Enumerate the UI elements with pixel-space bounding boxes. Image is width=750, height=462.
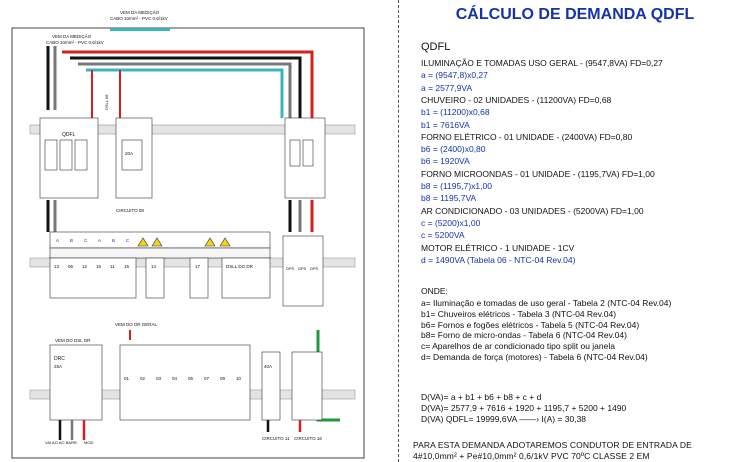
- calc-line: c = (5200)x1,00: [421, 217, 481, 228]
- qdfl-label: QDFL: [62, 132, 76, 138]
- svg-text:A: A: [98, 238, 101, 243]
- svg-text:DPS: DPS: [310, 266, 319, 271]
- onde-line: b6= Fornos e fogões elétricos - Tabela 5…: [421, 319, 640, 330]
- conclusion-line: PARA ESTA DEMANDA ADOTAREMOS CONDUTOR DE…: [413, 440, 692, 450]
- breaker-top-rating: 20A: [125, 151, 133, 156]
- vem-dr-label: VEM DO DR GERAL: [115, 322, 158, 327]
- bottom-label-barr: VAI AO AO BARR.: [45, 440, 78, 445]
- second-feed-cable: CABO 10mm² - PVC 0,6/1kV: [46, 40, 104, 45]
- svg-text:06: 06: [68, 264, 74, 269]
- calc-line: CHUVEIRO - 02 UNIDADES - (11200VA) FD=0,…: [421, 94, 612, 105]
- calc-line: b1 = 7616VA: [421, 119, 470, 130]
- onde-line: c= Aparelhos de ar condicionado tipo spl…: [421, 341, 615, 352]
- middle-panel: [49, 231, 271, 259]
- calc-line: b6 = 1920VA: [421, 156, 470, 167]
- drc-label: DRC: [54, 356, 65, 362]
- svg-text:02: 02: [140, 376, 146, 381]
- calc-line: FORNO ELÉTRICO - 01 UNIDADE - (2400VA) F…: [421, 131, 633, 142]
- circuit-08-label: CIRCUITO 08: [116, 208, 144, 213]
- drc-rating: 25A: [54, 364, 62, 369]
- circuit-16-label: CIRCUITO 16: [294, 436, 322, 441]
- svg-text:15: 15: [124, 264, 130, 269]
- calc-line: MOTOR ELÉTRICO - 1 UNIDADE - 1CV: [421, 242, 575, 253]
- vem-dsl-label: VEM DO DSL DR: [55, 338, 91, 343]
- bottom-label-mod: MOD: [84, 440, 93, 445]
- calc-line: b8 = (1195,7)x1,00: [421, 181, 492, 191]
- svg-text:12: 12: [82, 264, 88, 269]
- calc-line: AR CONDICIONADO - 03 UNIDADES - (5200VA)…: [421, 205, 644, 216]
- formula-line: D(VA)= 2577,9 + 7616 + 1920 + 1195,7 + 5…: [421, 402, 627, 413]
- dps-labels: DPS DPS DPS: [286, 266, 319, 271]
- demand-calculation-panel: CÁLCULO DE DEMANDA QDFL QDFL ILUMINAÇÃO …: [398, 0, 750, 462]
- calc-line: a = 2577,9VA: [421, 82, 473, 93]
- formula-line: D(VA)= a + b1 + b6 + b8 + c + d: [421, 392, 542, 402]
- calc-line: b6 = (2400)x0,80: [421, 144, 486, 155]
- svg-text:DPS: DPS: [286, 266, 295, 271]
- svg-text:B: B: [112, 238, 115, 243]
- circuit-14-label: 14: [151, 264, 157, 269]
- svg-text:07: 07: [204, 376, 210, 381]
- dsl-dr-label: DSLL DO DR: [226, 264, 254, 269]
- top-feed-label: VEM DA MEDIÇÃO: [120, 9, 160, 15]
- svg-text:01: 01: [124, 376, 130, 381]
- top-feed-bar: [110, 28, 170, 31]
- rating-40a: 40A: [264, 364, 272, 369]
- circuit-11-label: CIRCUITO 11: [262, 436, 290, 441]
- svg-text:16: 16: [96, 264, 102, 269]
- onde-line: a= Iluminação e tomadas de uso geral - T…: [421, 298, 672, 308]
- dsl-label: DSLL 68: [104, 94, 109, 110]
- svg-text:13: 13: [54, 264, 60, 269]
- calc-line: FORNO MICROONDAS - 01 UNIDADE - (1195,7V…: [421, 168, 655, 179]
- svg-text:10: 10: [236, 376, 242, 381]
- onde-line: d= Demanda de força (motores) - Tabela 6…: [421, 352, 648, 362]
- svg-text:DPS: DPS: [298, 266, 307, 271]
- svg-text:09: 09: [220, 376, 226, 381]
- onde-line: b8= Forno de micro-ondas - Tabela 6 (NTC…: [421, 330, 627, 341]
- calc-line: c = 5200VA: [421, 230, 465, 241]
- calc-line: b8 = 1195,7VA: [421, 193, 477, 204]
- conclusion-line: 4#10,0mm² + Pe#10,0mm² 0,6/1kV PVC 70ºC …: [413, 451, 650, 461]
- svg-text:A: A: [56, 238, 59, 243]
- calc-line: ILUMINAÇÃO E TOMADAS USO GERAL - (9547,8…: [421, 58, 663, 68]
- calc-line: b1 = (11200)x0,68: [421, 107, 490, 118]
- svg-text:B: B: [70, 238, 73, 243]
- wiring-schematic: VEM DA MEDIÇÃO CABO 10mm² - PVC 0,6/1kV …: [11, 9, 365, 459]
- svg-text:03: 03: [156, 376, 162, 381]
- top-feed-cable: CABO 10mm² - PVC 0,6/1kV: [110, 16, 168, 21]
- onde-line: b1= Chuveiros elétricos - Tabela 3 (NTC-…: [421, 308, 617, 319]
- svg-text:05: 05: [188, 376, 194, 381]
- onde-heading: ONDE:: [421, 286, 448, 296]
- lower-breaker-bank: [49, 344, 323, 421]
- formula-line: D(VA) QDFL= 19999,6VA ——› I(A) = 30,38: [421, 413, 587, 424]
- calc-title: CÁLCULO DE DEMANDA QDFL: [455, 6, 695, 23]
- svg-text:11: 11: [110, 264, 115, 269]
- riser-wires: [91, 70, 131, 340]
- circuit-17-label: 17: [195, 264, 201, 269]
- calc-line: d = 1490VA (Tabela 06 - NTC-04 Rev.04): [421, 254, 576, 265]
- calc-heading: QDFL: [421, 41, 451, 53]
- svg-text:04: 04: [172, 376, 178, 381]
- calc-line: a = (9547,8)x0,27: [421, 70, 488, 81]
- second-feed-label: VEM DA MEDIÇÃO: [52, 33, 92, 39]
